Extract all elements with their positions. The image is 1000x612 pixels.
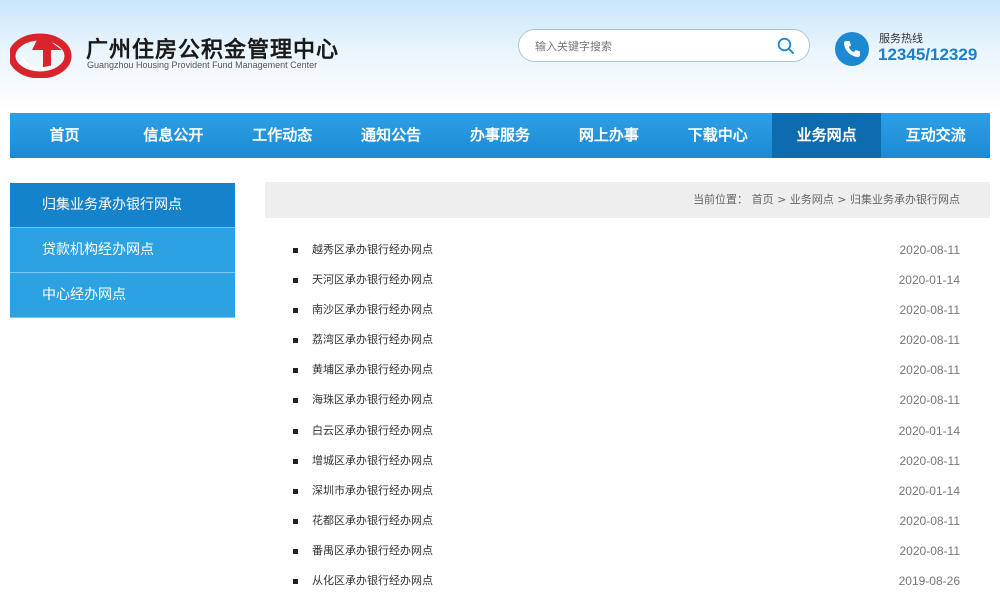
phone-icon [835, 32, 869, 66]
list-item: 海珠区承办银行经办网点 2020-08-11 [265, 385, 990, 415]
list-item: 白云区承办银行经办网点 2020-01-14 [265, 416, 990, 446]
bullet-icon [293, 458, 298, 464]
list-item: 荔湾区承办银行经办网点 2020-08-11 [265, 325, 990, 355]
sidebar: 归集业务承办银行网点 贷款机构经办网点 中心经办网点 [10, 183, 235, 318]
breadcrumb-current[interactable]: 归集业务承办银行网点 [850, 193, 960, 206]
list-item-link[interactable]: 南沙区承办银行经办网点 [312, 295, 433, 325]
list-item-link[interactable]: 黄埔区承办银行经办网点 [312, 355, 433, 385]
list-item-date: 2020-08-11 [899, 363, 961, 378]
bullet-icon [293, 518, 298, 524]
bullet-icon [293, 488, 298, 494]
nav-item-info-disclosure[interactable]: 信息公开 [119, 113, 228, 158]
list-item: 深圳市承办银行经办网点 2020-01-14 [265, 476, 990, 506]
nav-item-services[interactable]: 办事服务 [446, 113, 555, 158]
bullet-icon [293, 579, 298, 585]
list-item: 番禺区承办银行经办网点 2020-08-11 [265, 536, 990, 566]
list-item: 越秀区承办银行经办网点 2020-08-11 [265, 235, 990, 265]
list-item-link[interactable]: 荔湾区承办银行经办网点 [312, 325, 433, 355]
bullet-icon [293, 398, 298, 404]
list-item: 黄埔区承办银行经办网点 2020-08-11 [265, 355, 990, 385]
list-item-link[interactable]: 海珠区承办银行经办网点 [312, 385, 433, 415]
nav-item-online-services[interactable]: 网上办事 [554, 113, 663, 158]
search-box [518, 29, 810, 62]
sidebar-item-bank-outlets[interactable]: 归集业务承办银行网点 [10, 183, 235, 228]
guangzhou-hpf-logo-icon[interactable] [8, 28, 74, 79]
list-item: 增城区承办银行经办网点 2020-08-11 [265, 446, 990, 476]
bullet-icon [293, 548, 298, 554]
breadcrumb-prefix: 当前位置： [693, 193, 749, 206]
bullet-icon [293, 278, 298, 284]
nav-item-interaction[interactable]: 互动交流 [881, 113, 990, 158]
list-item-date: 2020-01-14 [898, 423, 960, 438]
hotline-number: 12345/12329 [878, 45, 978, 64]
bullet-icon [293, 308, 298, 314]
list-item-date: 2020-08-11 [899, 513, 961, 528]
outlet-list: 越秀区承办银行经办网点 2020-08-11 天河区承办银行经办网点 2020-… [265, 235, 990, 596]
list-item-date: 2020-08-11 [899, 393, 961, 408]
nav-item-downloads[interactable]: 下载中心 [663, 113, 772, 158]
bullet-icon [293, 338, 298, 344]
sidebar-item-loan-outlets[interactable]: 贷款机构经办网点 [10, 228, 235, 273]
nav-item-service-outlets[interactable]: 业务网点 [772, 113, 882, 158]
search-icon[interactable] [777, 37, 795, 55]
list-item: 花都区承办银行经办网点 2020-08-11 [265, 506, 990, 536]
main-content: 当前位置： 首页 > 业务网点 > 归集业务承办银行网点 越秀区承办银行经办网点… [265, 182, 990, 612]
list-item-date: 2020-01-14 [898, 483, 960, 498]
list-item-link[interactable]: 花都区承办银行经办网点 [312, 506, 433, 536]
bullet-icon [293, 428, 298, 434]
breadcrumb-separator: > [777, 193, 787, 206]
list-item-link[interactable]: 深圳市承办银行经办网点 [312, 476, 433, 506]
list-item-date: 2020-01-14 [898, 273, 960, 288]
list-item-date: 2020-08-11 [899, 243, 961, 257]
list-item-link[interactable]: 从化区承办银行经办网点 [312, 566, 433, 596]
breadcrumb-separator: > [837, 193, 847, 206]
list-item-link[interactable]: 白云区承办银行经办网点 [312, 416, 433, 446]
list-item-date: 2020-08-11 [899, 543, 961, 558]
site-subtitle: Guangzhou Housing Provident Fund Managem… [87, 60, 318, 70]
nav-item-home[interactable]: 首页 [10, 113, 119, 158]
list-item-link[interactable]: 天河区承办银行经办网点 [312, 265, 433, 295]
sidebar-item-center-outlets[interactable]: 中心经办网点 [10, 273, 235, 318]
list-item-date: 2020-08-11 [899, 453, 961, 468]
list-item: 从化区承办银行经办网点 2019-08-26 [265, 566, 990, 596]
list-item-link[interactable]: 越秀区承办银行经办网点 [312, 235, 433, 265]
list-item: 天河区承办银行经办网点 2020-01-14 [265, 265, 990, 295]
breadcrumb-home-link[interactable]: 首页 [752, 193, 774, 206]
list-item-link[interactable]: 增城区承办银行经办网点 [312, 446, 433, 476]
hotline-label: 服务热线 [879, 32, 923, 45]
list-item: 南沙区承办银行经办网点 2020-08-11 [265, 295, 990, 325]
list-item-date: 2020-08-11 [899, 303, 961, 318]
main-nav: 首页 信息公开 工作动态 通知公告 办事服务 网上办事 下载中心 业务网点 互动… [10, 113, 990, 158]
list-item-date: 2019-08-26 [898, 574, 960, 589]
nav-item-work-news[interactable]: 工作动态 [228, 113, 337, 158]
bullet-icon [293, 248, 298, 253]
list-item-date: 2020-08-11 [899, 333, 961, 348]
bullet-icon [293, 368, 298, 374]
nav-item-notices[interactable]: 通知公告 [337, 113, 446, 158]
breadcrumb-level1-link[interactable]: 业务网点 [790, 193, 834, 206]
breadcrumb: 当前位置： 首页 > 业务网点 > 归集业务承办银行网点 [265, 182, 990, 218]
search-input[interactable] [535, 36, 765, 56]
list-item-link[interactable]: 番禺区承办银行经办网点 [312, 536, 433, 566]
